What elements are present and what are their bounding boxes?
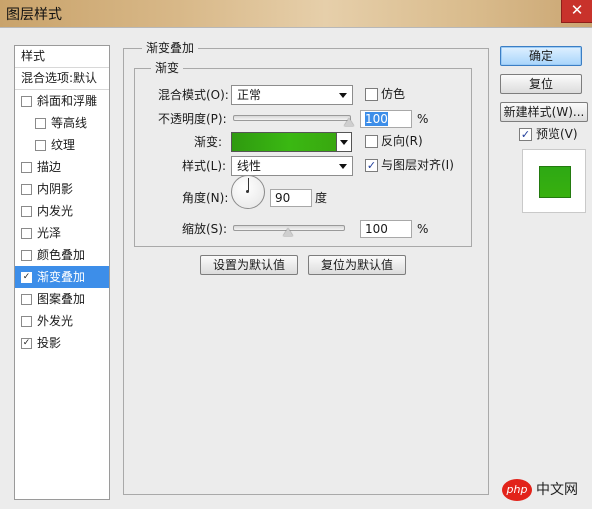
- gradient-swatch[interactable]: [231, 132, 337, 152]
- blend-mode-label: 混合模式(O):: [158, 88, 229, 102]
- style-item[interactable]: 光泽: [15, 222, 109, 244]
- style-items: 斜面和浮雕等高线纹理描边内阴影内发光光泽颜色叠加 ✓ 渐变叠加图案叠加外发光 ✓ 投影: [15, 90, 109, 354]
- php-logo: php: [502, 479, 532, 501]
- site-watermark: php 中文网: [502, 479, 584, 503]
- style-item[interactable]: ✓ 渐变叠加: [15, 266, 109, 288]
- style-item-label: 内阴影: [37, 182, 74, 196]
- style-item-label: 内发光: [37, 204, 74, 218]
- angle-value: 90: [275, 191, 291, 205]
- reverse-label: 反向(R): [381, 134, 423, 148]
- chevron-down-icon: [339, 164, 347, 169]
- gradient-group: 渐变 混合模式(O): 正常 仿色 不透明度(P): 100 % 渐变: 反向(…: [134, 61, 472, 247]
- opacity-slider[interactable]: [233, 115, 351, 121]
- style-item-checkbox[interactable]: [21, 162, 32, 173]
- style-select[interactable]: 线性: [231, 156, 353, 176]
- style-item-label: 图案叠加: [37, 292, 86, 306]
- style-item[interactable]: 纹理: [15, 134, 109, 156]
- blend-mode-value: 正常: [237, 88, 262, 102]
- style-item-checkbox[interactable]: [21, 316, 32, 327]
- style-item-label: 光泽: [37, 226, 62, 240]
- gradient-dropdown-button[interactable]: [336, 132, 352, 152]
- style-item-label: 斜面和浮雕: [37, 94, 98, 108]
- preview-swatch: [539, 166, 571, 198]
- styles-list: 样式 混合选项:默认 斜面和浮雕等高线纹理描边内阴影内发光光泽颜色叠加 ✓ 渐变叠加…: [14, 45, 110, 500]
- preview-checkbox[interactable]: ✓: [519, 128, 532, 141]
- style-preview: [522, 149, 586, 213]
- blend-options-item[interactable]: 混合选项:默认: [15, 68, 109, 90]
- title-bar[interactable]: 图层样式 ✕: [0, 0, 592, 27]
- scale-slider-thumb[interactable]: [283, 228, 293, 236]
- style-item[interactable]: ✓ 投影: [15, 332, 109, 354]
- gradient-group-title: 渐变: [151, 61, 184, 76]
- opacity-value: 100: [365, 112, 388, 126]
- style-value: 线性: [237, 159, 262, 173]
- angle-dial[interactable]: [231, 175, 265, 209]
- angle-unit: 度: [315, 191, 328, 205]
- reverse-checkbox[interactable]: [365, 135, 378, 148]
- angle-label: 角度(N):: [182, 191, 229, 205]
- style-item-label: 颜色叠加: [37, 248, 86, 262]
- style-item-label: 渐变叠加: [37, 270, 86, 284]
- gradient-overlay-section: 渐变叠加 渐变 混合模式(O): 正常 仿色 不透明度(P): 100 % 渐变…: [123, 41, 489, 495]
- chevron-down-icon: [339, 93, 347, 98]
- style-item-checkbox[interactable]: [21, 206, 32, 217]
- opacity-input[interactable]: 100: [360, 110, 412, 128]
- preview-label: 预览(V): [536, 127, 578, 141]
- scale-value: 100: [365, 222, 388, 236]
- gradient-label: 渐变:: [194, 135, 223, 149]
- opacity-slider-thumb[interactable]: [344, 118, 354, 126]
- style-item-label: 投影: [37, 336, 62, 350]
- style-item-checkbox[interactable]: [21, 184, 32, 195]
- style-item-label: 纹理: [51, 138, 76, 152]
- section-title: 渐变叠加: [142, 41, 199, 56]
- chevron-down-icon: [340, 140, 348, 145]
- dither-checkbox[interactable]: [365, 88, 378, 101]
- window-title: 图层样式: [6, 7, 62, 23]
- opacity-unit: %: [417, 112, 429, 126]
- reset-button[interactable]: 复位: [500, 74, 582, 94]
- style-item-label: 等高线: [51, 116, 88, 130]
- style-item-checkbox[interactable]: [35, 140, 46, 151]
- style-item-checkbox[interactable]: [21, 228, 32, 239]
- style-item[interactable]: 外发光: [15, 310, 109, 332]
- style-item-checkbox[interactable]: [21, 294, 32, 305]
- style-item-label: 描边: [37, 160, 62, 174]
- style-item-checkbox[interactable]: [35, 118, 46, 129]
- reset-to-default-button[interactable]: 复位为默认值: [308, 255, 406, 275]
- style-item-checkbox[interactable]: ✓: [21, 338, 32, 349]
- scale-unit: %: [417, 222, 429, 236]
- opacity-label: 不透明度(P):: [158, 112, 227, 126]
- style-item[interactable]: 斜面和浮雕: [15, 90, 109, 112]
- scale-input[interactable]: 100: [360, 220, 412, 238]
- style-item-checkbox[interactable]: [21, 250, 32, 261]
- new-style-button[interactable]: 新建样式(W)...: [500, 102, 588, 122]
- style-item[interactable]: 内发光: [15, 200, 109, 222]
- dither-label: 仿色: [381, 87, 406, 101]
- ok-button[interactable]: 确定: [500, 46, 582, 66]
- style-item[interactable]: 内阴影: [15, 178, 109, 200]
- close-button[interactable]: ✕: [561, 0, 592, 23]
- style-item[interactable]: 颜色叠加: [15, 244, 109, 266]
- scale-label: 缩放(S):: [182, 222, 228, 236]
- angle-center-dot: [246, 190, 249, 193]
- style-item-label: 外发光: [37, 314, 74, 328]
- set-as-default-button[interactable]: 设置为默认值: [200, 255, 298, 275]
- style-item[interactable]: 等高线: [15, 112, 109, 134]
- style-label: 样式(L):: [182, 159, 227, 173]
- style-item-checkbox[interactable]: ✓: [21, 272, 32, 283]
- angle-input[interactable]: 90: [270, 189, 312, 207]
- blend-mode-select[interactable]: 正常: [231, 85, 353, 105]
- layer-style-dialog: 样式 混合选项:默认 斜面和浮雕 等高线 纹理 描边 内阴影 内发光 光泽 颜色叠加 ✓ 渐变叠加…: [0, 27, 592, 509]
- style-item-checkbox[interactable]: [21, 96, 32, 107]
- styles-header[interactable]: 样式: [15, 46, 109, 68]
- align-with-layer-checkbox[interactable]: ✓: [365, 159, 378, 172]
- watermark-text: 中文网: [536, 482, 578, 498]
- style-item[interactable]: 描边: [15, 156, 109, 178]
- align-with-layer-label: 与图层对齐(I): [381, 158, 454, 172]
- style-item[interactable]: 图案叠加: [15, 288, 109, 310]
